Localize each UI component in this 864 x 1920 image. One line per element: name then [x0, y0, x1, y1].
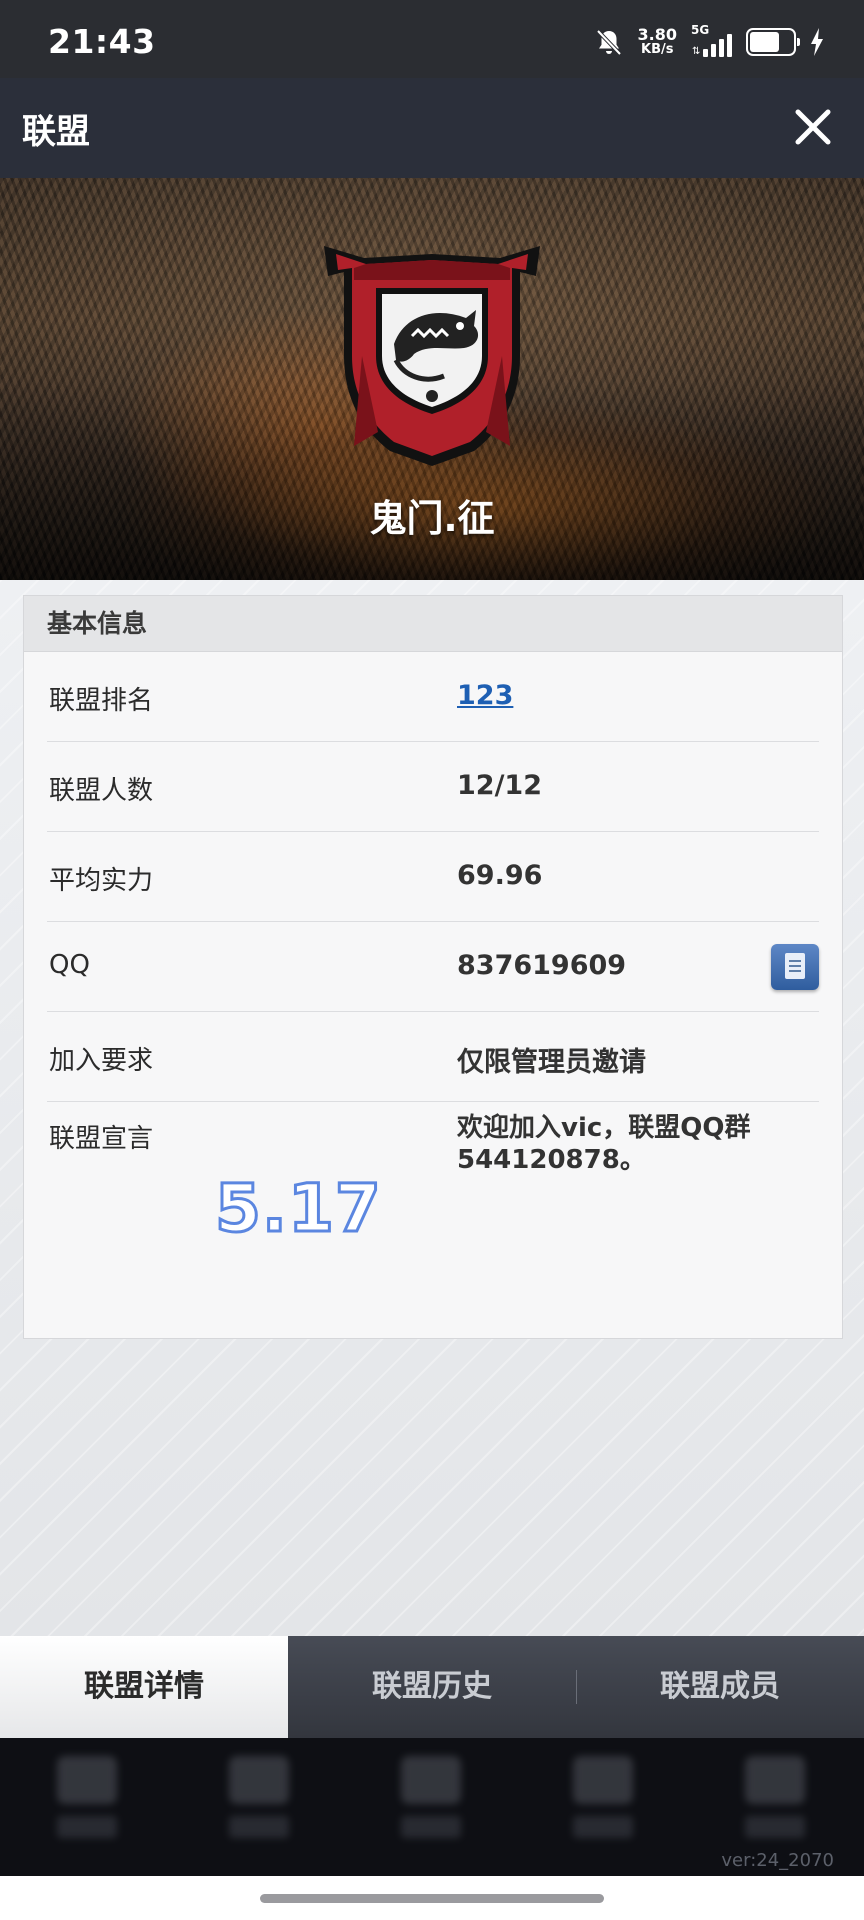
close-icon — [795, 109, 831, 145]
alliance-banner: 鬼门.征 — [0, 178, 864, 580]
alliance-name: 鬼门.征 — [369, 497, 495, 540]
bell-off-icon — [596, 29, 621, 56]
nav-item-ghost — [396, 1756, 466, 1846]
home-gesture-bar[interactable] — [260, 1894, 604, 1903]
rank-link[interactable]: 123 — [457, 680, 513, 711]
copy-qq-button[interactable] — [771, 944, 819, 990]
row-label: 联盟人数 — [49, 776, 154, 806]
page-title: 联盟 — [22, 112, 90, 152]
alliance-logo — [324, 246, 540, 466]
close-button[interactable] — [790, 104, 836, 150]
version-label: ver:24_2070 — [721, 1850, 834, 1871]
tab-alliance-details[interactable]: 联盟详情 — [0, 1636, 288, 1738]
tab-bar: 联盟详情 联盟历史 联盟成员 — [0, 1636, 864, 1738]
info-row-declaration: 联盟宣言 欢迎加入vic，联盟QQ群544120878。 — [47, 1098, 819, 1318]
section-title: 基本信息 — [24, 596, 842, 652]
row-value: 837619609 — [457, 950, 627, 981]
app-header: 联盟 — [0, 78, 864, 178]
status-bar: 21:43 3.80 KB/s 5G ⇅ — [0, 0, 864, 78]
row-label: 联盟排名 — [49, 686, 154, 716]
nav-item-ghost — [224, 1756, 294, 1846]
battery-icon — [746, 28, 800, 56]
row-label: QQ — [49, 950, 90, 980]
declaration-text: 欢迎加入vic，联盟QQ群544120878。 — [457, 1113, 751, 1175]
signal-icon: 5G ⇅ — [691, 23, 732, 57]
row-label: 平均实力 — [49, 866, 154, 896]
network-type: 5G — [691, 23, 710, 37]
copy-icon — [785, 953, 805, 979]
data-arrows-icon: ⇅ — [692, 46, 701, 57]
charging-icon — [811, 28, 823, 56]
bottom-nav: ver:24_2070 — [0, 1738, 864, 1876]
row-label: 联盟宣言 — [49, 1124, 154, 1154]
watermark-text: 5.17 — [214, 1169, 383, 1249]
net-speed-value: 3.80 — [637, 25, 677, 44]
tab-alliance-members[interactable]: 联盟成员 — [576, 1636, 864, 1738]
row-value: 仅限管理员邀请 — [457, 1047, 646, 1078]
gesture-area — [0, 1876, 864, 1920]
row-label: 加入要求 — [49, 1046, 154, 1076]
basic-info-card: 基本信息 联盟排名 123 联盟人数 12/12 平均实力 69.96 QQ 8… — [23, 595, 843, 1339]
tab-alliance-history[interactable]: 联盟历史 — [288, 1636, 576, 1738]
info-row-rank: 联盟排名 123 — [47, 652, 819, 742]
net-speed: 3.80 KB/s — [637, 25, 677, 58]
tab-label: 联盟成员 — [660, 1669, 780, 1704]
info-row-join-requirement: 加入要求 仅限管理员邀请 — [47, 1012, 819, 1102]
tab-divider — [576, 1670, 577, 1704]
row-value: 69.96 — [457, 860, 543, 891]
info-row-qq: QQ 837619609 — [47, 922, 819, 1012]
nav-item-ghost — [52, 1756, 122, 1846]
nav-item-ghost — [740, 1756, 810, 1846]
row-value: 12/12 — [457, 770, 543, 801]
info-row-strength: 平均实力 69.96 — [47, 832, 819, 922]
info-row-members: 联盟人数 12/12 — [47, 742, 819, 832]
status-icons: 3.80 KB/s 5G ⇅ — [594, 23, 824, 60]
nav-item-ghost — [568, 1756, 638, 1846]
content-area: 基本信息 联盟排名 123 联盟人数 12/12 平均实力 69.96 QQ 8… — [0, 580, 864, 1636]
status-time: 21:43 — [48, 22, 156, 61]
net-speed-unit: KB/s — [641, 42, 674, 57]
